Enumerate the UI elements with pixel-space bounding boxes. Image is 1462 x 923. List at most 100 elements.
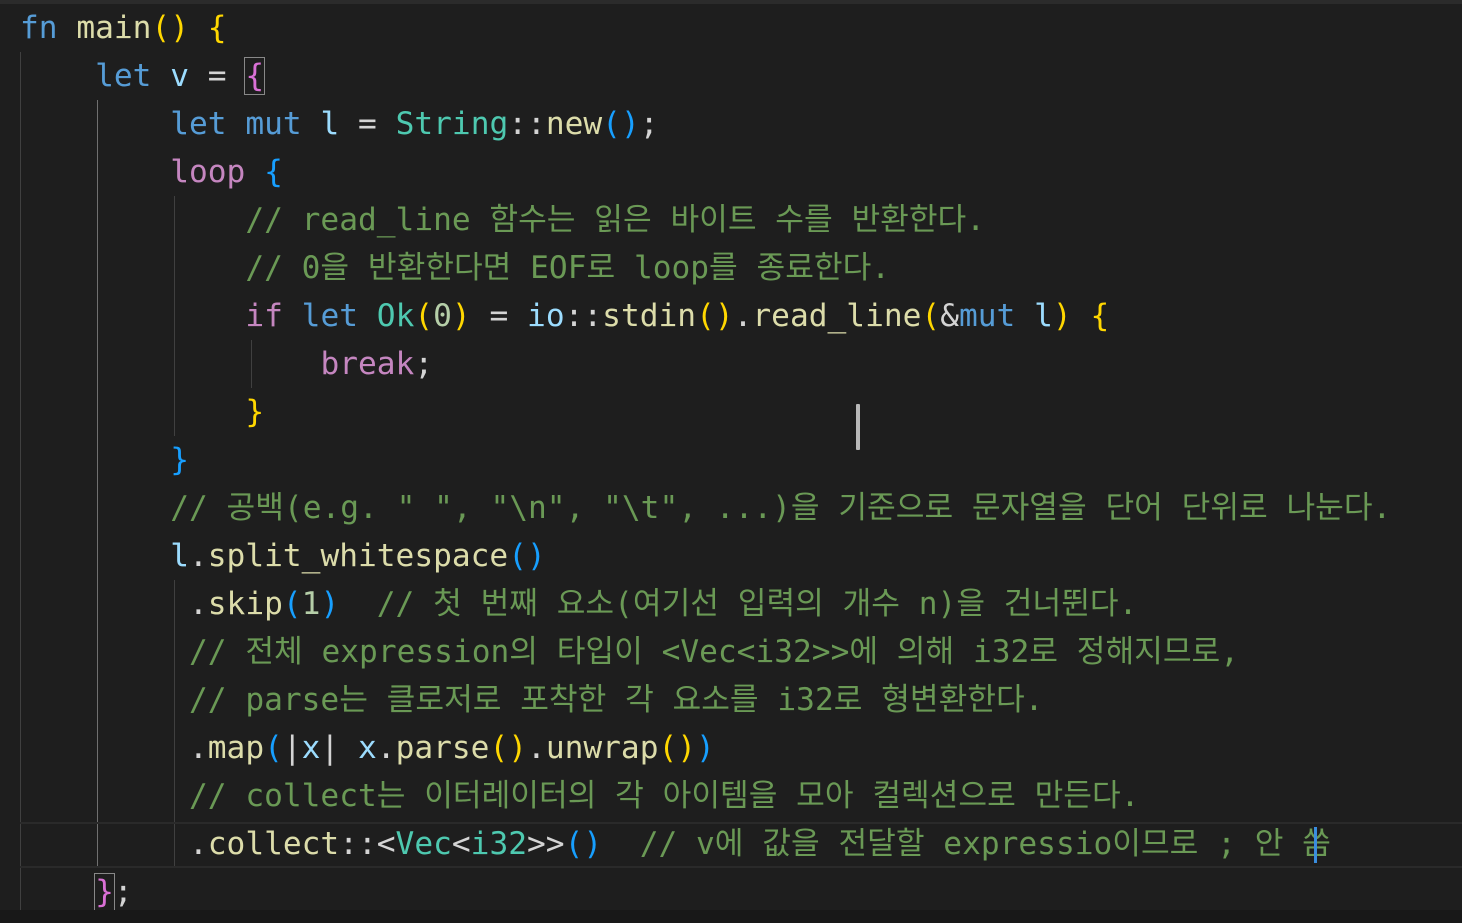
token: ) — [320, 586, 340, 622]
token: :: — [564, 298, 603, 334]
token: Vec — [395, 826, 452, 862]
text-cursor — [1314, 827, 1317, 863]
token: loop — [170, 154, 246, 190]
token: break — [320, 346, 415, 382]
token: { — [207, 10, 227, 46]
token: } — [245, 394, 265, 430]
code-line-15[interactable]: // parse는 클로저로 포착한 각 요소를 i32로 형변환한다. — [20, 676, 1043, 724]
code-line-17[interactable]: // collect는 이터레이터의 각 아이템을 모아 컬렉션으로 만든다. — [20, 772, 1139, 820]
token: ( — [414, 298, 434, 334]
token: . — [527, 730, 546, 766]
token: } — [94, 873, 115, 911]
token: let — [95, 58, 152, 94]
token: read_line — [752, 298, 922, 334]
code-line-8[interactable]: break; — [20, 340, 433, 388]
code-line-6[interactable]: // 0을 반환한다면 EOF로 loop를 종료한다. — [20, 244, 890, 292]
code-line-4[interactable]: loop { — [20, 148, 283, 196]
code-line-16[interactable]: .map(|x| x.parse().unwrap()) — [20, 724, 715, 772]
code-line-3[interactable]: let mut l = String::new(); — [20, 100, 658, 148]
code-line-9[interactable]: } — [20, 388, 264, 436]
token: () — [508, 538, 546, 574]
token: | — [282, 730, 302, 766]
token: l — [320, 106, 340, 142]
code-line-18[interactable]: .collect::<Vec<i32>>() // v에 값을 전달할 expr… — [20, 820, 1331, 868]
token: { — [1090, 298, 1110, 334]
token: . — [733, 298, 753, 334]
token: x — [301, 730, 321, 766]
code-line-5[interactable]: // read_line 함수는 읽은 바이트 수를 반환한다. — [20, 196, 985, 244]
token: . — [20, 586, 208, 622]
token: . — [20, 826, 208, 862]
code-line-13[interactable]: .skip(1) // 첫 번째 요소(여기선 입력의 개수 n)을 건너뛴다. — [20, 580, 1137, 628]
code-line-14[interactable]: // 전체 expression의 타입이 <Vec<i32>>에 의해 i32… — [20, 628, 1239, 676]
token: // 전체 expression의 타입이 <Vec<i32>>에 의해 i32… — [189, 634, 1240, 670]
token: . — [189, 538, 208, 574]
token: io — [527, 298, 565, 334]
token: () — [564, 826, 603, 862]
token: fn — [20, 10, 58, 46]
token: 1 — [301, 586, 321, 622]
token: unwrap — [545, 730, 659, 766]
token: // collect는 이터레이터의 각 아이템을 모아 컬렉션으로 만든다. — [189, 778, 1140, 814]
token: i32 — [470, 826, 528, 862]
token: // 0을 반환한다면 EOF로 loop를 종료한다. — [245, 250, 891, 286]
token: ) — [451, 298, 471, 334]
token: parse — [395, 730, 490, 766]
token: . — [20, 730, 208, 766]
token: ; — [414, 346, 434, 382]
code-line-12[interactable]: l.split_whitespace() — [20, 532, 546, 580]
token: stdin — [602, 298, 697, 334]
token: if — [245, 298, 283, 334]
token: split_whitespace — [207, 538, 509, 574]
token: { — [244, 57, 266, 95]
token: String — [395, 106, 509, 142]
token: ( — [264, 730, 283, 766]
token: skip — [207, 586, 283, 622]
code-line-7[interactable]: if let Ok(0) = io::stdin().read_line(&mu… — [20, 292, 1109, 340]
token: ( — [282, 586, 302, 622]
token: 0 — [433, 298, 452, 334]
token: () — [489, 730, 528, 766]
token: // v에 값을 전달할 expressio이므로 ; 안 씀 — [639, 826, 1331, 862]
editor-bottom-border — [0, 910, 1462, 923]
token: collect — [207, 826, 340, 862]
code-line-19[interactable]: }; — [20, 868, 133, 916]
token: () — [696, 298, 734, 334]
code-line-2[interactable]: let v = { — [20, 52, 266, 100]
code-line-11[interactable]: // 공백(e.g. " ", "\n", "\t", ...)을 기준으로 문… — [20, 484, 1391, 532]
token: ::< — [339, 826, 396, 862]
token: ( — [921, 298, 941, 334]
code-line-10[interactable]: } — [20, 436, 189, 484]
token: x — [358, 730, 377, 766]
token: let — [170, 106, 227, 142]
token: & — [940, 298, 959, 334]
code-line-1[interactable]: fn main() { — [20, 4, 227, 52]
token: } — [170, 442, 189, 478]
token: < — [451, 826, 471, 862]
code-editor[interactable]: fn main() { let v = { let mut l = String… — [0, 0, 1462, 923]
token: = — [470, 298, 528, 334]
